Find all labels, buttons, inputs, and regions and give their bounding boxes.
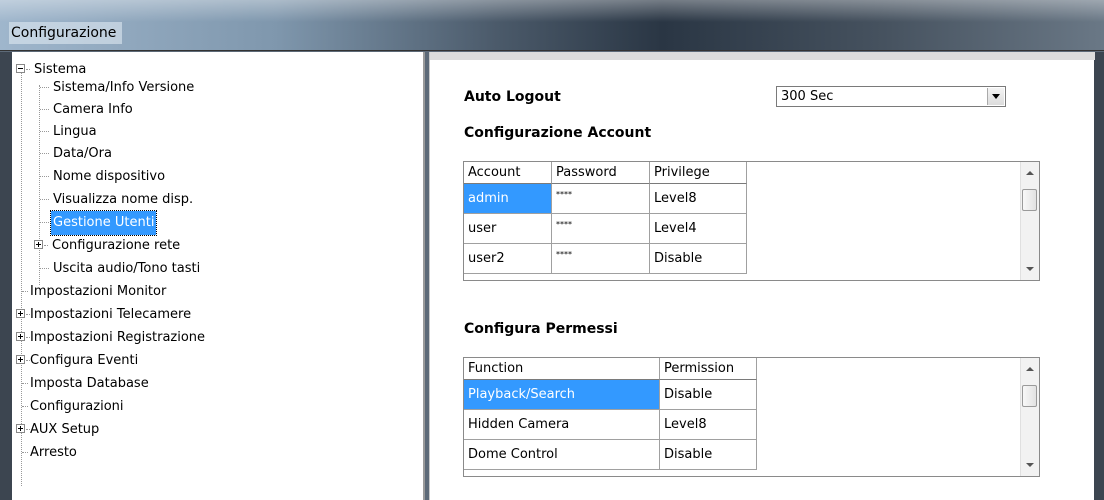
tree-connector <box>40 268 49 269</box>
permission-section-title: Configura Permessi <box>464 321 618 337</box>
auto-logout-select[interactable]: 300 Sec <box>776 86 1006 107</box>
tree-expander-minus-icon[interactable] <box>16 64 25 73</box>
tree-connector <box>40 131 49 132</box>
account-section-title: Configurazione Account <box>464 125 652 141</box>
tree-item-label: Visualizza nome disp. <box>53 192 194 207</box>
tree-item-label: Configurazioni <box>30 399 124 414</box>
tree-item-label: Camera Info <box>53 102 133 117</box>
table-cell-permission[interactable]: Disable <box>660 380 757 410</box>
table-cell-function[interactable]: Dome Control <box>464 440 660 470</box>
password-mask: **** <box>556 220 572 229</box>
password-mask: **** <box>556 190 572 199</box>
tree-item-label: Nome dispositivo <box>53 169 166 184</box>
tree-connector <box>40 153 49 154</box>
auto-logout-value: 300 Sec <box>781 89 834 104</box>
tree-item-label: Data/Ora <box>53 146 112 161</box>
tree-connector <box>40 199 49 200</box>
tree-line-sistema <box>39 85 40 285</box>
table-cell-privilege[interactable]: Level8 <box>650 184 747 214</box>
tree-item-label: Configura Eventi <box>30 353 139 368</box>
table-cell-privilege[interactable]: Disable <box>650 244 747 274</box>
tree-item-label: Uscita audio/Tono tasti <box>53 261 201 276</box>
table-cell-password[interactable]: **** <box>552 184 650 214</box>
configuration-window: Configurazione Sistema Sistema/Info Vers… <box>0 0 1104 500</box>
column-header-account[interactable]: Account <box>464 162 552 184</box>
tree-item-label: Impostazioni Registrazione <box>30 330 206 345</box>
auto-logout-label: Auto Logout <box>464 89 561 105</box>
table-cell-privilege[interactable]: Level4 <box>650 214 747 244</box>
user-management-panel: Auto Logout 300 Sec Configurazione Accou… <box>429 52 1095 500</box>
tree-item-label: Imposta Database <box>30 376 149 391</box>
tree-expander-plus-icon[interactable] <box>16 355 25 364</box>
dropdown-arrow-icon[interactable] <box>987 88 1004 105</box>
table-cell-function[interactable]: Hidden Camera <box>464 410 660 440</box>
window-left-border <box>0 52 12 500</box>
table-cell-account[interactable]: user <box>464 214 552 244</box>
tree-item-label: Impostazioni Telecamere <box>30 307 192 322</box>
scroll-up-icon[interactable] <box>1026 171 1034 175</box>
table-cell-permission[interactable]: Level8 <box>660 410 757 440</box>
password-mask: **** <box>556 250 572 259</box>
table-cell-password[interactable]: **** <box>552 214 650 244</box>
scroll-up-icon[interactable] <box>1026 367 1034 371</box>
table-cell-function[interactable]: Playback/Search <box>464 380 660 410</box>
tree-connector <box>40 109 49 110</box>
scroll-down-icon[interactable] <box>1026 463 1034 467</box>
tree-connector <box>40 87 49 88</box>
table-cell-password[interactable]: **** <box>552 244 650 274</box>
tree-item-label: Lingua <box>53 124 97 139</box>
tree-connector <box>44 245 48 246</box>
column-header-permission[interactable]: Permission <box>660 358 757 380</box>
settings-tree[interactable]: Sistema Sistema/Info Versione Camera Inf… <box>12 52 425 500</box>
tree-item-label: Configurazione rete <box>52 238 181 253</box>
tree-expander-plus-icon[interactable] <box>16 424 25 433</box>
table-cell-account[interactable]: user2 <box>464 244 552 274</box>
tree-connector <box>40 176 49 177</box>
scroll-thumb[interactable] <box>1022 189 1037 211</box>
window-right-border <box>1094 52 1104 500</box>
table-cell-account[interactable]: admin <box>464 184 552 214</box>
tree-connector <box>26 69 30 70</box>
column-header-function[interactable]: Function <box>464 358 660 380</box>
permission-table[interactable]: Function Permission Playback/Search Disa… <box>463 357 1040 477</box>
window-title: Configurazione <box>9 22 123 44</box>
tree-expander-plus-icon[interactable] <box>16 309 25 318</box>
title-bar-shine <box>0 0 1104 22</box>
tree-item-label: Sistema/Info Versione <box>53 80 195 95</box>
tree-item-label: AUX Setup <box>30 422 100 437</box>
column-header-privilege[interactable]: Privilege <box>650 162 747 184</box>
permission-table-scrollbar[interactable] <box>1020 358 1039 476</box>
table-cell-permission[interactable]: Disable <box>660 440 757 470</box>
tree-item-label: Impostazioni Monitor <box>30 284 167 299</box>
tree-connector <box>40 222 49 223</box>
tree-expander-plus-icon[interactable] <box>16 332 25 341</box>
tree-item-label: Arresto <box>30 445 77 460</box>
scroll-down-icon[interactable] <box>1026 267 1034 271</box>
scroll-thumb[interactable] <box>1022 385 1037 407</box>
account-table[interactable]: Account Password Privilege admin **** Le… <box>463 161 1040 281</box>
title-bar[interactable]: Configurazione <box>0 0 1104 51</box>
tree-item-label: Gestione Utenti <box>49 210 158 236</box>
column-header-password[interactable]: Password <box>552 162 650 184</box>
account-table-scrollbar[interactable] <box>1020 162 1039 280</box>
panel-top-strip <box>430 52 1095 60</box>
tree-expander-plus-icon[interactable] <box>34 240 43 249</box>
